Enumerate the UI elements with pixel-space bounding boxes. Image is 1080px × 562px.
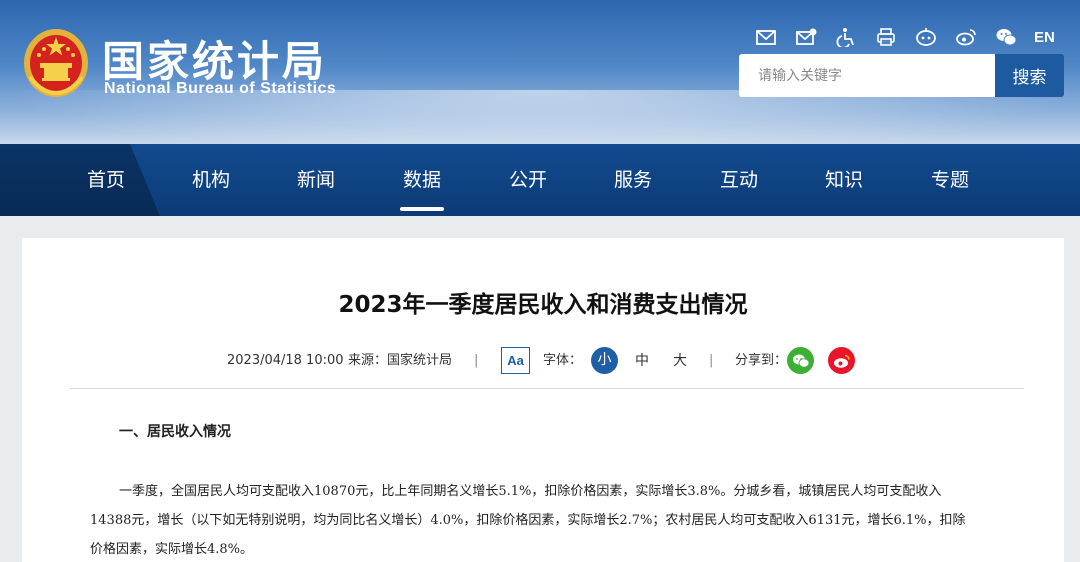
mail-settings-icon[interactable] — [792, 24, 820, 50]
nav-item-org[interactable]: 机构 — [171, 144, 251, 216]
meta-divider — [70, 388, 1024, 389]
printer-icon[interactable] — [872, 24, 900, 50]
header-haze — [0, 90, 1080, 144]
article-source: 来源：国家统计局 — [348, 353, 453, 368]
paragraph-line: 14388元，增长（以下如无特别说明，均为同比名义增长）4.0%，扣除价格因素，… — [90, 513, 966, 528]
meta-separator: | — [474, 353, 479, 368]
paragraph-line: 价格因素，实际增长4.8%。 — [90, 542, 254, 557]
font-medium-button[interactable]: 中 — [635, 349, 649, 373]
font-large-button[interactable]: 大 — [673, 349, 687, 373]
font-small-button[interactable]: 小 — [591, 347, 618, 374]
nav-item-interact[interactable]: 互动 — [699, 144, 779, 216]
nav-item-knowledge[interactable]: 知识 — [804, 144, 884, 216]
weibo-icon[interactable] — [952, 24, 980, 50]
mail-icon[interactable] — [752, 24, 780, 50]
robot-icon[interactable] — [912, 24, 940, 50]
nav-item-service[interactable]: 服务 — [593, 144, 673, 216]
nav-item-news[interactable]: 新闻 — [276, 144, 356, 216]
nav-item-public[interactable]: 公开 — [488, 144, 568, 216]
share-label: 分享到： — [735, 353, 788, 368]
paragraph-line: 一季度，全国居民人均可支配收入10870元，比上年同期名义增长5.1%，扣除价格… — [119, 484, 942, 499]
nav-item-home[interactable]: 首页 — [66, 144, 146, 216]
nav-item-data[interactable]: 数据 — [382, 144, 462, 216]
meta-separator: | — [709, 353, 714, 368]
article-date: 2023/04/18 10:00 — [227, 353, 344, 368]
share-weibo-icon[interactable] — [828, 347, 855, 374]
wechat-icon[interactable] — [992, 24, 1020, 50]
search-input[interactable] — [739, 54, 995, 97]
header-toolbar: EN — [752, 24, 1055, 50]
accessibility-icon[interactable] — [832, 24, 860, 50]
language-toggle[interactable]: EN — [1034, 29, 1055, 46]
section-heading: 一、居民收入情况 — [119, 424, 231, 440]
nav-active-indicator — [400, 207, 444, 211]
article-title: 2023年一季度居民收入和消费支出情况 — [338, 292, 748, 318]
font-label: 字体： — [543, 353, 583, 368]
national-emblem-icon — [24, 29, 88, 97]
search-button[interactable]: 搜索 — [995, 54, 1064, 97]
nav-item-topics[interactable]: 专题 — [910, 144, 990, 216]
font-size-toggle-button[interactable]: Aa — [501, 347, 530, 374]
share-wechat-icon[interactable] — [787, 347, 814, 374]
site-name-en[interactable]: National Bureau of Statistics — [104, 80, 336, 98]
